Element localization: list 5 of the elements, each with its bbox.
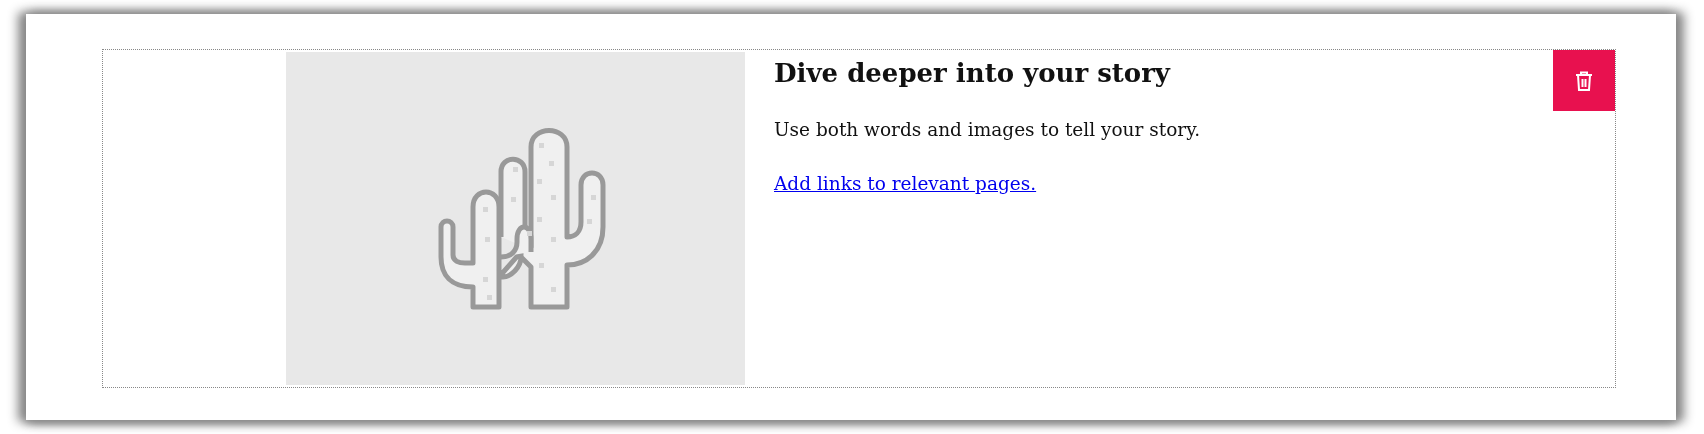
trash-icon	[1575, 70, 1593, 91]
block-heading: Dive deeper into your story	[774, 57, 1172, 90]
block-text: Use both words and images to tell your story.	[774, 118, 1202, 142]
link[interactable]: Add links to relevant pages.	[774, 172, 1037, 196]
delete-button[interactable]	[1553, 50, 1615, 111]
